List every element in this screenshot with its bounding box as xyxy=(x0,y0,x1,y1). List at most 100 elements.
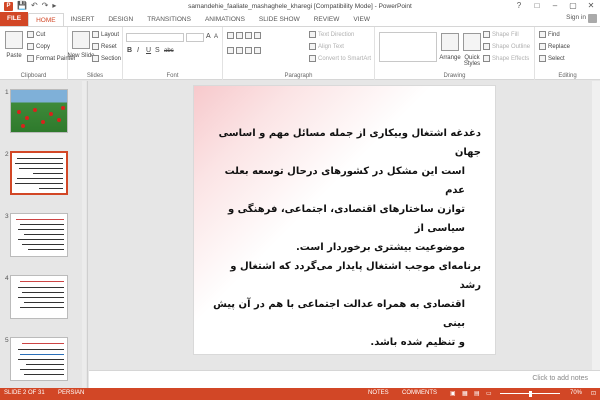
effects-icon xyxy=(483,55,490,62)
underline-button[interactable]: U xyxy=(146,47,151,54)
current-slide[interactable]: دغدغه اشتغال وبیکاری از جمله مسائل مهم و… xyxy=(193,85,496,355)
grow-font-button[interactable]: A xyxy=(206,33,211,40)
slide-thumbnail-5[interactable] xyxy=(10,337,68,381)
shape-fill-button[interactable]: Shape Fill xyxy=(483,31,519,38)
text-direction-button[interactable]: Text Direction xyxy=(309,31,354,38)
ribbon-display-icon[interactable]: □ xyxy=(528,0,546,12)
search-icon xyxy=(539,31,546,38)
normal-view-icon[interactable]: ▣ xyxy=(450,390,456,397)
slide-body-text[interactable]: دغدغه اشتغال وبیکاری از جمله مسائل مهم و… xyxy=(211,124,481,352)
language-indicator[interactable]: PERSIAN xyxy=(58,390,84,396)
align-left-icon xyxy=(227,47,234,54)
section-button[interactable]: Section xyxy=(92,55,121,62)
drawing-label: Drawing xyxy=(443,73,466,79)
strikethrough-button[interactable]: abc xyxy=(164,48,174,54)
new-slide-button[interactable]: New Slide xyxy=(68,31,95,59)
alignment-buttons[interactable] xyxy=(227,47,261,54)
convert-smartart-button[interactable]: Convert to SmartArt xyxy=(309,55,371,62)
powerpoint-app-icon: P xyxy=(4,1,13,11)
slide-text-line: و تنظیم شده باشد. xyxy=(370,337,465,348)
slide-editing-area: دغدغه اشتغال وبیکاری از جمله مسائل مهم و… xyxy=(89,81,600,388)
reset-button[interactable]: Reset xyxy=(92,43,117,50)
layout-icon xyxy=(92,31,99,38)
close-icon[interactable]: ✕ xyxy=(582,0,600,12)
copy-button[interactable]: Copy xyxy=(27,43,50,50)
tab-review[interactable]: REVIEW xyxy=(307,13,347,26)
slideshow-view-icon[interactable]: ▭ xyxy=(486,390,492,397)
save-icon[interactable]: 💾 xyxy=(17,1,27,11)
font-name-input[interactable] xyxy=(126,33,184,42)
align-center-icon xyxy=(236,47,243,54)
shrink-font-button[interactable]: A xyxy=(214,34,218,40)
tab-animations[interactable]: ANIMATIONS xyxy=(198,13,252,26)
layout-button[interactable]: Layout xyxy=(92,31,119,38)
zoom-slider-handle[interactable] xyxy=(529,391,532,397)
slide-thumbnail-3[interactable] xyxy=(10,213,68,257)
drawing-group: Arrange Quick Styles Shape Fill Shape Ou… xyxy=(375,27,535,80)
quick-styles-icon xyxy=(463,33,481,51)
font-size-input[interactable] xyxy=(186,33,204,42)
slide-thumbnail-1[interactable] xyxy=(10,89,68,133)
canvas-scrollbar[interactable] xyxy=(592,81,600,370)
start-slideshow-icon[interactable]: ▸ xyxy=(52,1,56,11)
reset-icon xyxy=(92,43,99,50)
paste-icon xyxy=(5,31,23,49)
tab-home[interactable]: HOME xyxy=(28,13,64,26)
thumbnail-number: 3 xyxy=(5,213,9,220)
bullets-button[interactable] xyxy=(227,32,261,39)
ribbon: Paste Cut Copy Format Painter Clipboard … xyxy=(0,26,600,80)
shape-effects-button[interactable]: Shape Effects xyxy=(483,55,529,62)
slides-label: Slides xyxy=(86,73,104,79)
bold-button[interactable]: B xyxy=(127,47,132,54)
bullets-icon xyxy=(227,32,234,39)
arrange-button[interactable]: Arrange xyxy=(439,33,461,61)
slide-thumbnail-panel[interactable]: 1 2 3 4 5 xyxy=(0,81,88,388)
maximize-icon[interactable]: ▢ xyxy=(564,0,582,12)
clipboard-label: Clipboard xyxy=(20,73,47,79)
slide-sorter-icon[interactable]: ▦ xyxy=(462,390,468,397)
thumbnail-scrollbar[interactable] xyxy=(82,81,86,388)
font-group: A A B I U S abc Font xyxy=(123,27,223,80)
zoom-level[interactable]: 70% xyxy=(570,390,582,396)
tab-view[interactable]: VIEW xyxy=(346,13,377,26)
slide-text-line: توازن ساختارهای اقتصادی، اجتماعی، فرهنگی… xyxy=(227,204,465,234)
notes-pane[interactable]: Click to add notes xyxy=(89,370,600,388)
title-bar: P 💾 ↶ ↷ ▸ samandehie_faaliate_mashaghele… xyxy=(0,0,600,12)
paste-button[interactable]: Paste xyxy=(3,31,25,59)
slide-text-line: موضوعیت بیشتری برخوردار است. xyxy=(296,242,465,253)
tab-transitions[interactable]: TRANSITIONS xyxy=(140,13,198,26)
comments-toggle-button[interactable]: COMMENTS xyxy=(402,390,437,396)
italic-button[interactable]: I xyxy=(137,47,139,54)
reading-view-icon[interactable]: ▤ xyxy=(474,390,480,397)
align-text-button[interactable]: Align Text xyxy=(309,43,344,50)
user-avatar-icon[interactable] xyxy=(588,14,597,23)
cut-button[interactable]: Cut xyxy=(27,31,45,38)
shape-outline-button[interactable]: Shape Outline xyxy=(483,43,530,50)
notes-toggle-button[interactable]: NOTES xyxy=(368,390,389,396)
sign-in-link[interactable]: Sign in xyxy=(566,14,586,21)
tab-file[interactable]: FILE xyxy=(0,12,29,26)
minimize-icon[interactable]: – xyxy=(546,0,564,12)
shapes-gallery[interactable] xyxy=(379,32,437,62)
tab-insert[interactable]: INSERT xyxy=(64,13,102,26)
shadow-button[interactable]: S xyxy=(155,47,160,54)
select-button[interactable]: Select xyxy=(539,55,565,62)
redo-icon[interactable]: ↷ xyxy=(42,1,49,11)
tab-slide-show[interactable]: SLIDE SHOW xyxy=(252,13,307,26)
slide-thumbnail-2[interactable] xyxy=(10,151,68,195)
thumbnail-number: 1 xyxy=(5,89,9,96)
fit-slide-icon[interactable]: ⊡ xyxy=(591,390,596,397)
replace-button[interactable]: Replace xyxy=(539,43,570,50)
help-icon[interactable]: ? xyxy=(510,0,528,12)
replace-icon xyxy=(539,43,546,50)
undo-icon[interactable]: ↶ xyxy=(31,1,38,11)
slide-thumbnail-4[interactable] xyxy=(10,275,68,319)
find-button[interactable]: Find xyxy=(539,31,560,38)
quick-styles-button[interactable]: Quick Styles xyxy=(461,33,483,67)
thumbnail-number: 4 xyxy=(5,275,9,282)
increase-indent-icon xyxy=(254,32,261,39)
slide-text-line: دغدغه اشتغال وبیکاری از جمله مسائل مهم و… xyxy=(218,128,481,158)
copy-icon xyxy=(27,43,34,50)
tab-design[interactable]: DESIGN xyxy=(101,13,140,26)
status-bar: SLIDE 2 OF 31 PERSIAN NOTES COMMENTS ▣ ▦… xyxy=(0,388,600,400)
